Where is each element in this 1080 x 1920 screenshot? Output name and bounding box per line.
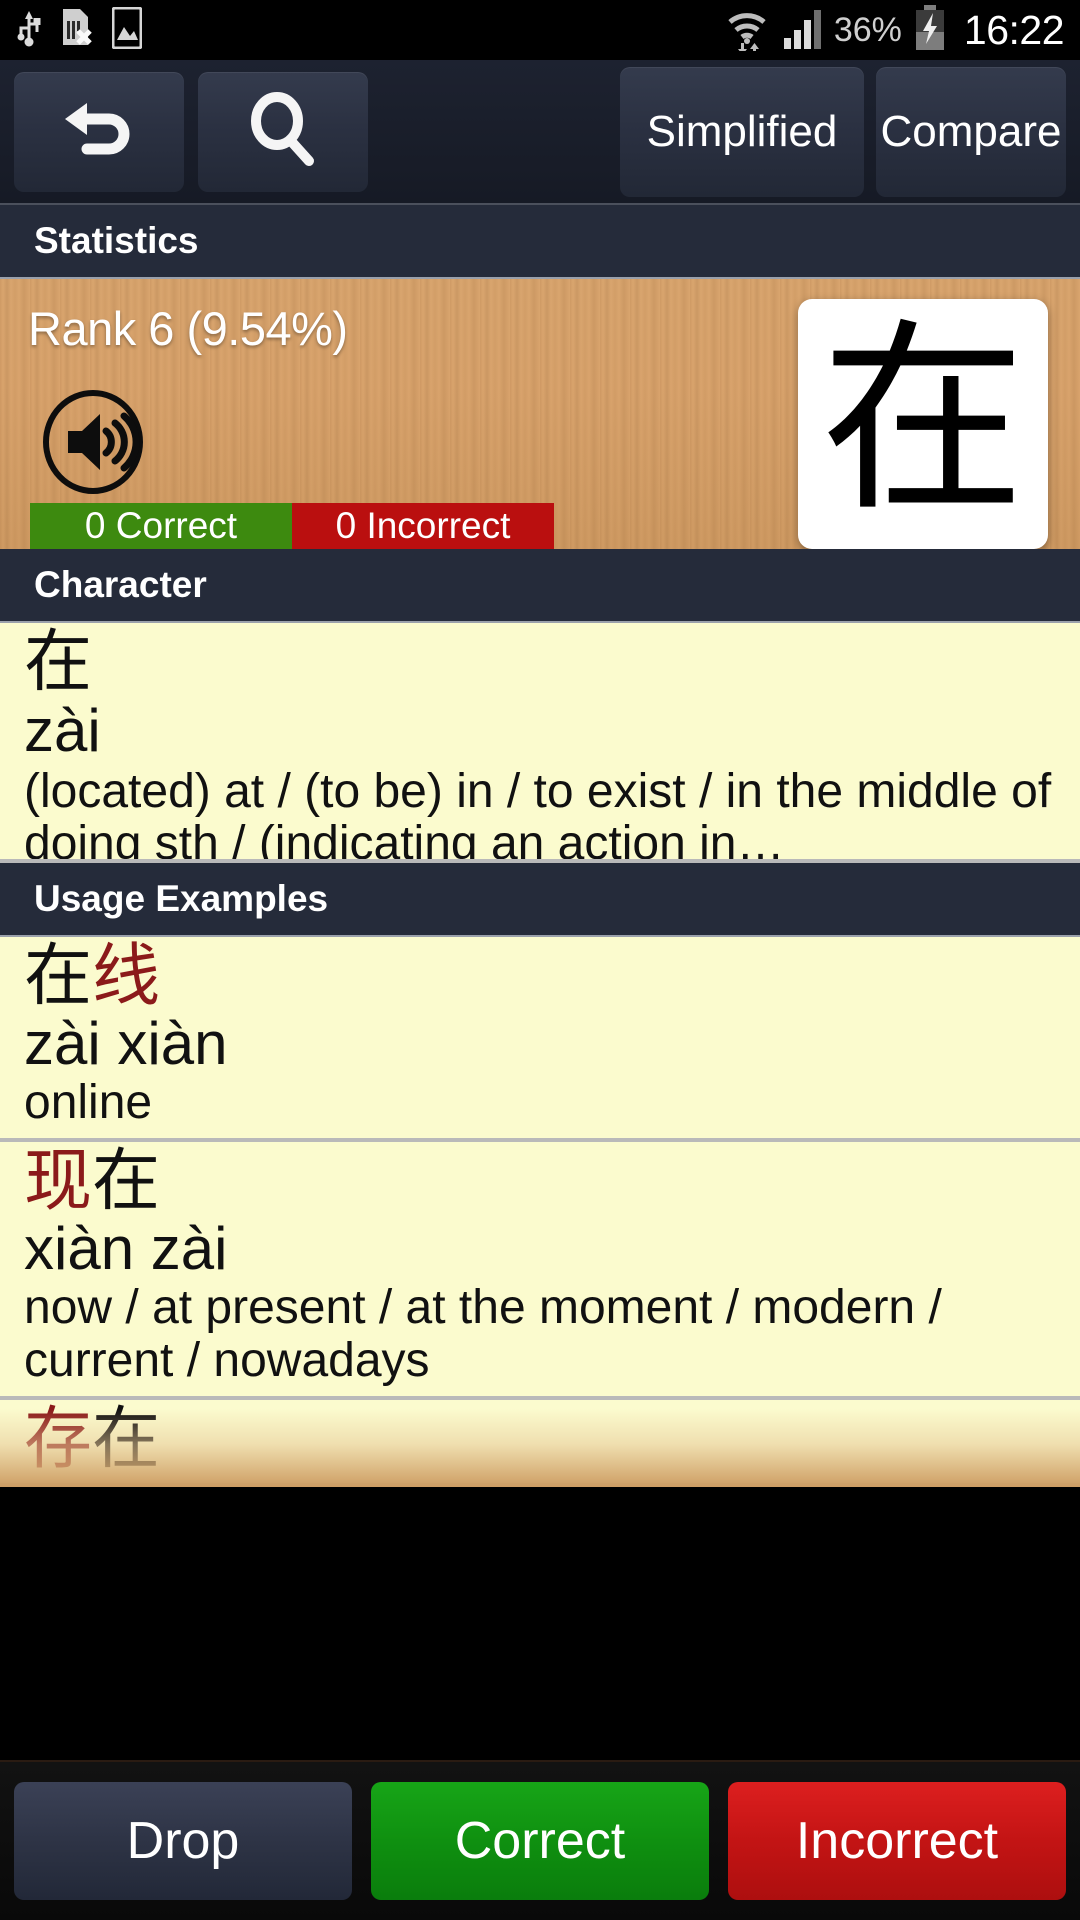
usage-example-hanzi: 现在 [24, 1141, 161, 1221]
sim-card-error-icon [60, 7, 94, 54]
usage-example-item[interactable]: 存在 [0, 1399, 1080, 1488]
back-button[interactable] [14, 71, 184, 192]
battery-charging-icon [914, 4, 946, 56]
statistics-section-header: Statistics [0, 205, 1080, 279]
character-pinyin: zài [24, 697, 101, 764]
flashcard-character: 在 [820, 301, 1026, 540]
incorrect-button[interactable]: Incorrect [728, 1782, 1066, 1900]
character-hanzi: 在 [24, 623, 93, 702]
search-icon [243, 89, 323, 174]
character-definition: (located) at / (to be) in / to exist / i… [24, 765, 1052, 863]
usage-section-header: Usage Examples [0, 863, 1080, 937]
flashcard[interactable]: 在 [798, 299, 1048, 549]
usb-icon [16, 8, 42, 53]
usage-example-pinyin: zài xiàn [24, 1010, 228, 1078]
character-detail[interactable]: 在 zài (located) at / (to be) in / to exi… [0, 623, 1080, 863]
usage-example-hanzi: 存在 [24, 1399, 161, 1479]
usage-examples-list[interactable]: 在线 zài xiàn online 现在 xiàn zài now / at prese… [0, 937, 1080, 1488]
rank-label: Rank 6 (9.54%) [28, 302, 348, 355]
image-icon [111, 6, 143, 54]
usage-example-definition: now / at present / at the moment / moder… [24, 1281, 942, 1387]
status-bar: 36% 16:22 [0, 0, 1080, 60]
action-bar: Drop Correct Incorrect [0, 1760, 1080, 1920]
battery-percent-label: 36% [833, 10, 902, 49]
signal-bars-icon [782, 6, 822, 55]
search-button[interactable] [198, 71, 368, 192]
usage-example-pinyin: xiàn zài [24, 1215, 228, 1283]
speaker-icon [38, 390, 148, 501]
audio-play-button[interactable] [38, 387, 148, 497]
correct-count-label: 0 Correct [30, 503, 292, 549]
correct-button[interactable]: Correct [371, 1782, 709, 1900]
simplified-button[interactable]: Simplified [620, 66, 864, 197]
compare-button[interactable]: Compare [876, 66, 1066, 197]
wifi-icon [724, 5, 770, 56]
score-bar: 0 Correct 0 Incorrect [30, 503, 554, 549]
usage-example-item[interactable]: 在线 zài xiàn online [0, 937, 1080, 1142]
clock-label: 16:22 [963, 6, 1065, 53]
back-arrow-icon [57, 87, 141, 176]
usage-example-hanzi: 在线 [24, 937, 161, 1016]
usage-example-definition: online [24, 1076, 153, 1130]
top-toolbar: Simplified Compare [0, 60, 1080, 205]
drop-button[interactable]: Drop [14, 1782, 352, 1900]
usage-example-item[interactable]: 现在 xiàn zài now / at present / at the mome… [0, 1142, 1080, 1400]
character-section-header: Character [0, 549, 1080, 623]
incorrect-count-label: 0 Incorrect [292, 503, 554, 549]
statistics-panel: Rank 6 (9.54%) 在 0 Correct 0 Incorrect [0, 279, 1080, 549]
